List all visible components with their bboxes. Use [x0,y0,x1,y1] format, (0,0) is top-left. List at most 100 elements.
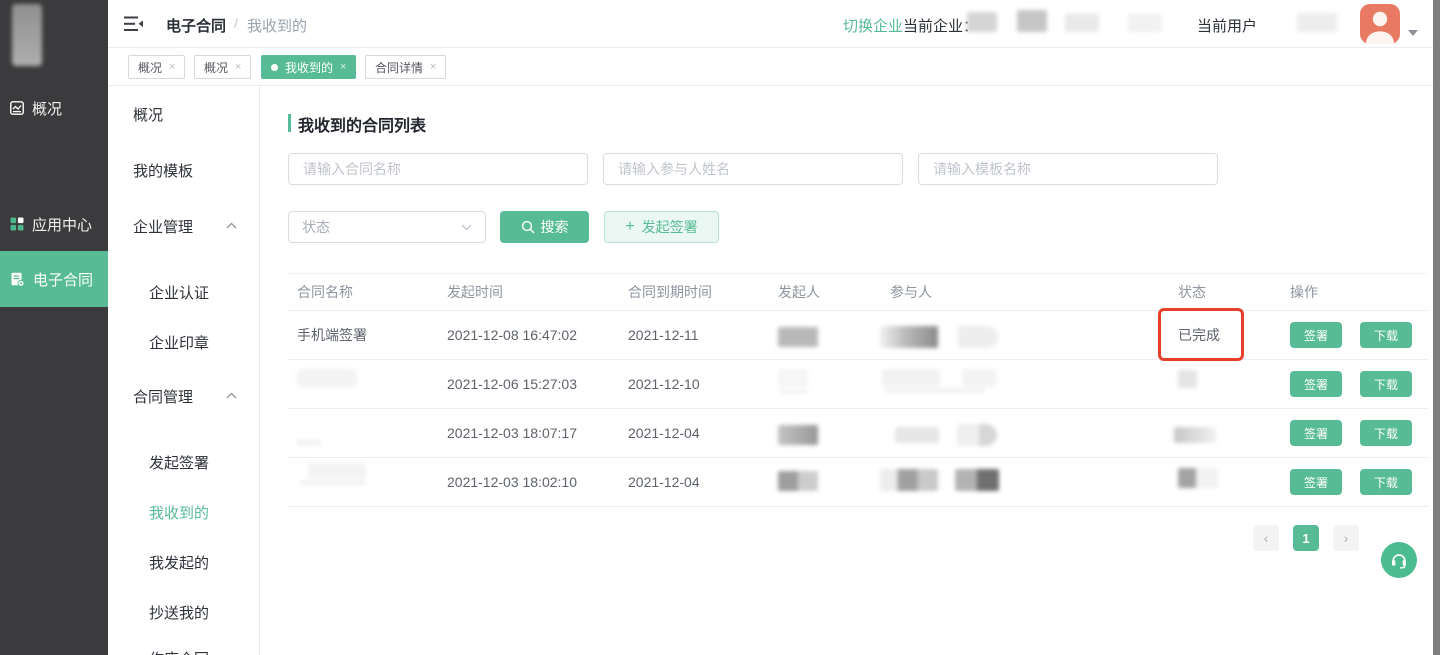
plus-icon: + [625,219,634,235]
chevron-up-icon[interactable] [226,392,237,399]
pagination-current-label: 1 [1302,531,1309,546]
sidebar-item-label: 概况 [32,98,62,119]
download-button[interactable]: 下载 [1360,322,1412,348]
vertical-scrollbar[interactable] [1433,0,1440,655]
redacted-contract-name [297,440,321,445]
redacted-company-name [1017,10,1047,32]
user-avatar[interactable] [1360,4,1400,44]
sidebar-item-app-center[interactable]: 应用中心 [0,210,108,238]
tab-received-active[interactable]: 我收到的 × [261,55,356,79]
cell-expire-date: 2021-12-04 [628,425,700,441]
menu-item-initiate-signing[interactable]: 发起签署 [149,452,209,473]
chevron-up-icon[interactable] [226,222,237,229]
redacted-status [1174,427,1216,443]
cell-expire-date: 2021-12-04 [628,474,700,490]
caret-down-icon[interactable] [1408,30,1418,36]
download-button[interactable]: 下载 [1360,420,1412,446]
status-select[interactable]: 状态 [288,211,486,243]
redacted-participant [880,326,938,348]
active-dot-icon [271,64,278,71]
tab-overview-2[interactable]: 概况 × [194,55,251,79]
pagination-prev-button[interactable]: ‹ [1253,525,1279,551]
overview-chart-icon [10,101,24,115]
redacted-originator [778,425,818,445]
sign-button[interactable]: 签署 [1290,469,1342,495]
table-row: 2021-12-03 18:02:10 2021-12-04 签署 下载 [288,458,1428,507]
chevron-down-icon [461,224,472,231]
close-icon[interactable]: × [430,61,436,73]
redacted-company-name [967,12,997,32]
page-title: 我收到的合同列表 [298,112,426,136]
sign-button[interactable]: 签署 [1290,371,1342,397]
close-icon[interactable]: × [169,61,175,73]
tab-label: 概况 [138,59,162,76]
menu-item-received[interactable]: 我收到的 [149,502,209,523]
customer-service-button[interactable] [1381,542,1417,578]
contract-name-input[interactable] [288,153,588,185]
sidebar-item-label: 应用中心 [32,214,92,235]
status-select-placeholder: 状态 [302,217,330,237]
sign-button[interactable]: 签署 [1290,322,1342,348]
close-icon[interactable]: × [235,61,241,73]
cell-expire-date: 2021-12-10 [628,376,700,392]
download-button[interactable]: 下载 [1360,469,1412,495]
redacted-contract-name [308,463,366,479]
cell-start-time: 2021-12-03 18:02:10 [447,474,577,490]
tab-overview-1[interactable]: 概况 × [128,55,185,79]
menu-group-company-management[interactable]: 企业管理 [133,216,193,237]
col-participant: 参与人 [890,282,932,302]
headset-icon [1389,550,1409,570]
table-row: 2021-12-06 15:27:03 2021-12-10 签署 下载 [288,360,1428,409]
cell-status: 已完成 [1178,325,1220,345]
redacted-company-name [1128,14,1162,32]
sidebar-item-e-contract[interactable]: 电子合同 [0,251,108,307]
tab-label: 合同详情 [375,59,423,76]
switch-company-link[interactable]: 切换企业 [843,15,903,36]
menu-item-my-templates[interactable]: 我的模板 [133,160,193,181]
redacted-participant [955,469,999,491]
cell-contract-name: 手机端签署 [297,325,367,345]
redacted-participant [880,469,938,491]
chevron-right-icon: › [1344,530,1349,546]
person-icon [1360,4,1400,44]
download-button[interactable]: 下载 [1360,371,1412,397]
col-actions: 操作 [1290,282,1318,302]
redacted-user-name [1297,13,1337,32]
cell-expire-date: 2021-12-11 [628,327,699,343]
pagination-page-1[interactable]: 1 [1293,525,1319,551]
menu-item-overview[interactable]: 概况 [133,104,163,125]
sidebar-item-label: 电子合同 [33,269,93,290]
redacted-participant [885,389,985,392]
menu-fold-icon[interactable] [124,16,144,32]
sidebar-item-overview[interactable]: 概况 [0,94,108,122]
template-name-input[interactable] [918,153,1218,185]
col-start-time: 发起时间 [447,282,503,302]
logo-redacted [12,4,42,66]
title-accent-bar [288,114,291,132]
close-icon[interactable]: × [340,61,346,73]
redacted-contract-name [300,481,366,484]
menu-item-cc-to-me[interactable]: 抄送我的 [149,602,209,623]
menu-item-voided-contracts[interactable]: 作废合同 [149,648,209,655]
initiate-signing-button[interactable]: + 发起签署 [604,211,719,243]
redacted-originator [778,369,808,387]
redacted-status [1178,370,1197,388]
cell-start-time: 2021-12-06 15:27:03 [447,376,577,392]
participant-name-input[interactable] [603,153,903,185]
pagination-next-button[interactable]: › [1333,525,1359,551]
menu-group-contract-management[interactable]: 合同管理 [133,386,193,407]
tab-contract-detail[interactable]: 合同详情 × [365,55,446,79]
menu-item-company-seal[interactable]: 企业印章 [149,332,209,353]
cell-start-time: 2021-12-08 16:47:02 [447,327,577,343]
menu-item-company-certification[interactable]: 企业认证 [149,282,209,303]
apps-grid-icon [10,217,24,231]
redacted-contract-name [297,369,357,387]
chevron-left-icon: ‹ [1264,530,1269,546]
contract-document-icon [10,272,25,287]
search-button[interactable]: 搜索 [500,211,589,243]
sign-button[interactable]: 签署 [1290,420,1342,446]
search-button-label: 搜索 [541,217,569,237]
table-row: 手机端签署 2021-12-08 16:47:02 2021-12-11 已完成… [288,311,1428,360]
menu-item-initiated-by-me[interactable]: 我发起的 [149,552,209,573]
breadcrumb-root[interactable]: 电子合同 [166,15,226,36]
